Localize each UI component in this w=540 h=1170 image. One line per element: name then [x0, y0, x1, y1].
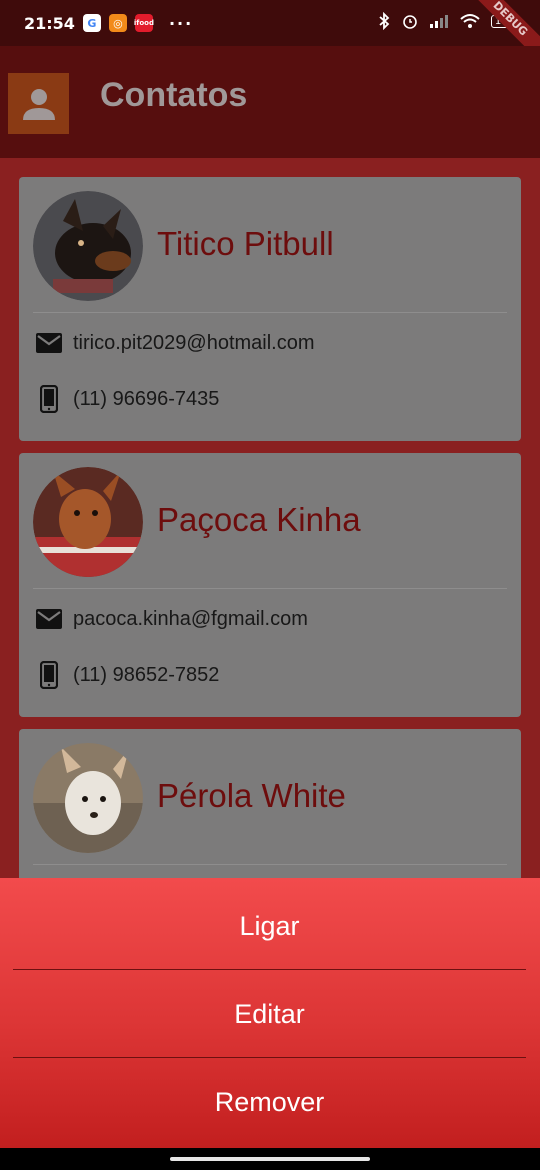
phone-row[interactable]: (11) 96696-7435 [35, 385, 219, 413]
phone-icon [35, 385, 63, 413]
contact-name: Titico Pitbull [157, 225, 334, 262]
call-button[interactable]: Ligar [13, 882, 526, 970]
status-bar: 21:54 G ◎ ifood ··· 100 DEBUG [0, 0, 540, 68]
divider [33, 312, 507, 313]
contact-photo [33, 743, 143, 853]
divider [33, 864, 507, 865]
alarm-icon [403, 15, 417, 29]
contact-card[interactable]: Titico Pitbull tirico.pit2029@hotmail.co… [19, 177, 521, 441]
remove-button[interactable]: Remover [13, 1058, 526, 1146]
email-icon [35, 329, 63, 357]
signal-icon [429, 15, 448, 28]
email-icon [35, 605, 63, 633]
contact-name: Paçoca Kinha [157, 501, 361, 538]
phone-icon [35, 661, 63, 689]
email-row[interactable]: tirico.pit2029@hotmail.com [35, 329, 315, 357]
system-nav-bar [0, 1148, 540, 1170]
edit-button[interactable]: Editar [13, 970, 526, 1058]
home-gesture-handle[interactable] [170, 1157, 370, 1161]
bluetooth-icon [379, 12, 390, 30]
screen: 21:54 G ◎ ifood ··· 100 DEBUG Contatos [0, 0, 540, 1170]
status-time: 21:54 [24, 13, 75, 33]
contact-email: pacoca.kinha@fgmail.com [73, 607, 308, 630]
more-notifications-icon: ··· [168, 13, 194, 33]
app-bar: Contatos [0, 46, 540, 158]
phone-row[interactable]: (11) 98652-7852 [35, 661, 219, 689]
contact-photo [33, 191, 143, 301]
contact-options-sheet: Ligar Editar Remover [0, 878, 540, 1148]
page-title: Contatos [100, 76, 248, 114]
person-icon [8, 73, 69, 134]
contact-phone: (11) 96696-7435 [73, 387, 220, 410]
contact-phone: (11) 98652-7852 [73, 663, 220, 686]
ifood-app-icon: ifood [134, 14, 154, 32]
divider [33, 588, 507, 589]
notification-app-icon: ◎ [108, 14, 127, 32]
email-row[interactable]: pacoca.kinha@fgmail.com [35, 605, 308, 633]
contact-card[interactable]: Paçoca Kinha pacoca.kinha@fgmail.com (11… [19, 453, 521, 717]
contact-name: Pérola White [157, 777, 346, 814]
contact-photo [33, 467, 143, 577]
contact-email: tirico.pit2029@hotmail.com [73, 331, 315, 354]
wifi-icon [460, 14, 480, 28]
google-app-icon: G [82, 14, 101, 32]
